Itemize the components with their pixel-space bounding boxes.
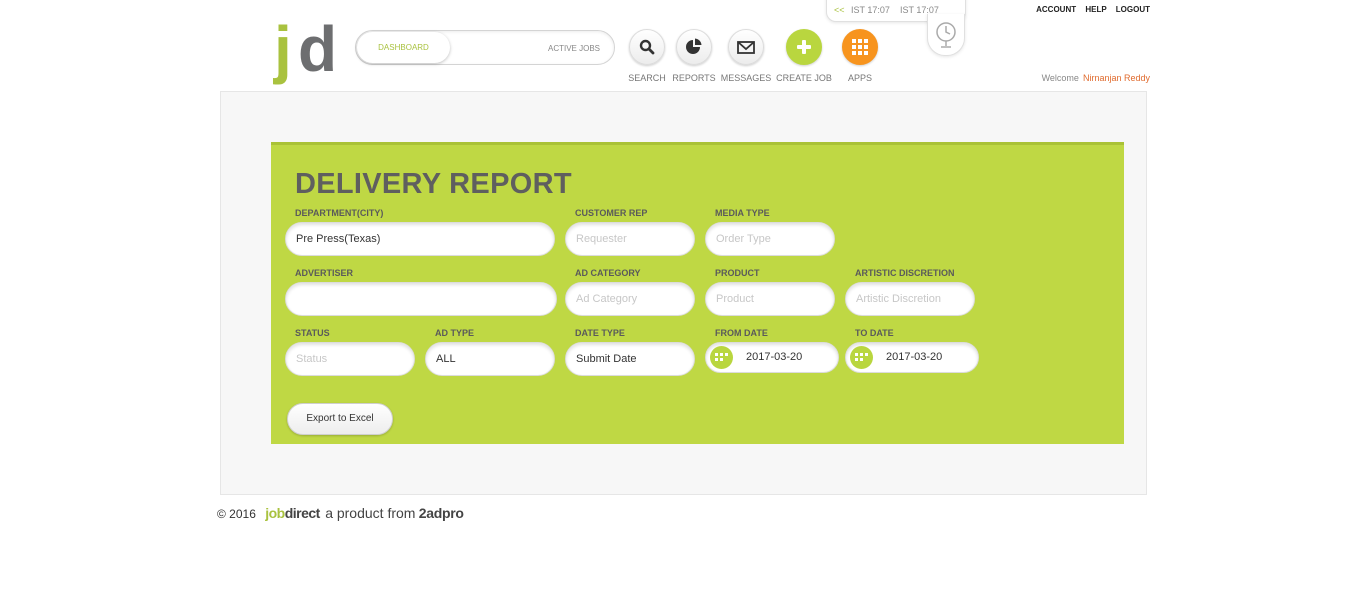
to-date-label: TO DATE [855,328,894,338]
pie-chart-icon [686,38,702,54]
search-button[interactable] [629,29,665,65]
footer: © 2016 jobdirect a product from 2adpro [217,505,464,521]
ad-category-input[interactable]: Ad Category [565,282,695,316]
product-input[interactable]: Product [705,282,835,316]
envelope-icon [737,40,755,54]
view-switcher: DASHBOARD ACTIVE JOBS [355,30,615,65]
logo-d: d [298,13,338,85]
ad-category-label: AD CATEGORY [575,268,641,278]
department-select[interactable]: Pre Press(Texas) [285,222,555,256]
logo-j: j [274,13,292,85]
nav-apps: APPS [841,29,879,83]
help-link[interactable]: HELP [1085,5,1106,14]
export-to-excel-button[interactable]: Export to Excel [287,403,393,435]
copyright-text: © 2016 [217,507,256,521]
brand-job: job [265,505,285,521]
product-label: PRODUCT [715,268,760,278]
clock-time-1: IST 17:07 [851,5,890,15]
apps-label: APPS [847,73,872,83]
apps-grid-icon [852,39,868,55]
media-type-label: MEDIA TYPE [715,208,770,218]
messages-button[interactable] [728,29,764,65]
to-date-value: 2017-03-20 [886,351,943,363]
nav-messages: MESSAGES [721,29,771,83]
customer-rep-label: CUSTOMER REP [575,208,648,218]
advertiser-label: ADVERTISER [295,268,354,278]
search-icon [639,39,655,55]
from-date-value: 2017-03-20 [746,351,803,363]
brand-direct: direct [284,505,321,521]
ad-type-label: AD TYPE [435,328,475,338]
artistic-discretion-label: ARTISTIC DISCRETION [855,268,955,278]
page-title: DELIVERY REPORT [295,168,572,200]
clock-collapse-arrows[interactable]: << [834,5,845,15]
nav-create-job: CREATE JOB [776,29,832,83]
user-name[interactable]: Nirnanjan Reddy [1083,73,1150,83]
ad-type-select[interactable]: ALL [425,342,555,376]
from-date-input[interactable]: 2017-03-20 [705,342,839,373]
clock-icon [936,21,956,48]
footer-tagline: a product from [325,505,416,521]
jobdirect-logo: jobdirect [265,505,320,521]
from-date-label: FROM DATE [715,328,768,338]
apps-button[interactable] [842,29,878,65]
status-label: STATUS [295,328,330,338]
customer-rep-input[interactable]: Requester [565,222,695,256]
artistic-discretion-input[interactable]: Artistic Discretion [845,282,975,316]
clock-toggle[interactable] [927,14,965,56]
date-type-select[interactable]: Submit Date [565,342,695,376]
plus-icon [797,40,811,54]
jd-logo[interactable]: j d [274,13,337,85]
calendar-icon[interactable] [850,346,873,369]
status-input[interactable]: Status [285,342,415,376]
welcome-message: Welcome Nirnanjan Reddy [1042,73,1150,83]
calendar-icon[interactable] [710,346,733,369]
department-label: DEPARTMENT(CITY) [295,208,384,218]
media-type-input[interactable]: Order Type [705,222,835,256]
delivery-report-panel: DELIVERY REPORT DEPARTMENT(CITY) Pre Pre… [271,142,1124,444]
account-link[interactable]: ACCOUNT [1036,5,1076,14]
to-date-input[interactable]: 2017-03-20 [845,342,979,373]
dashboard-toggle[interactable]: DASHBOARD [357,32,450,63]
date-type-label: DATE TYPE [575,328,625,338]
logout-link[interactable]: LOGOUT [1116,5,1150,14]
account-links: ACCOUNT HELP LOGOUT [1029,5,1150,14]
active-jobs-toggle[interactable]: ACTIVE JOBS [548,31,600,64]
welcome-label: Welcome [1041,73,1079,83]
reports-button[interactable] [676,29,712,65]
create-job-button[interactable] [786,29,822,65]
advertiser-input[interactable] [285,282,557,316]
adpro-logo: 2adpro [418,505,464,521]
